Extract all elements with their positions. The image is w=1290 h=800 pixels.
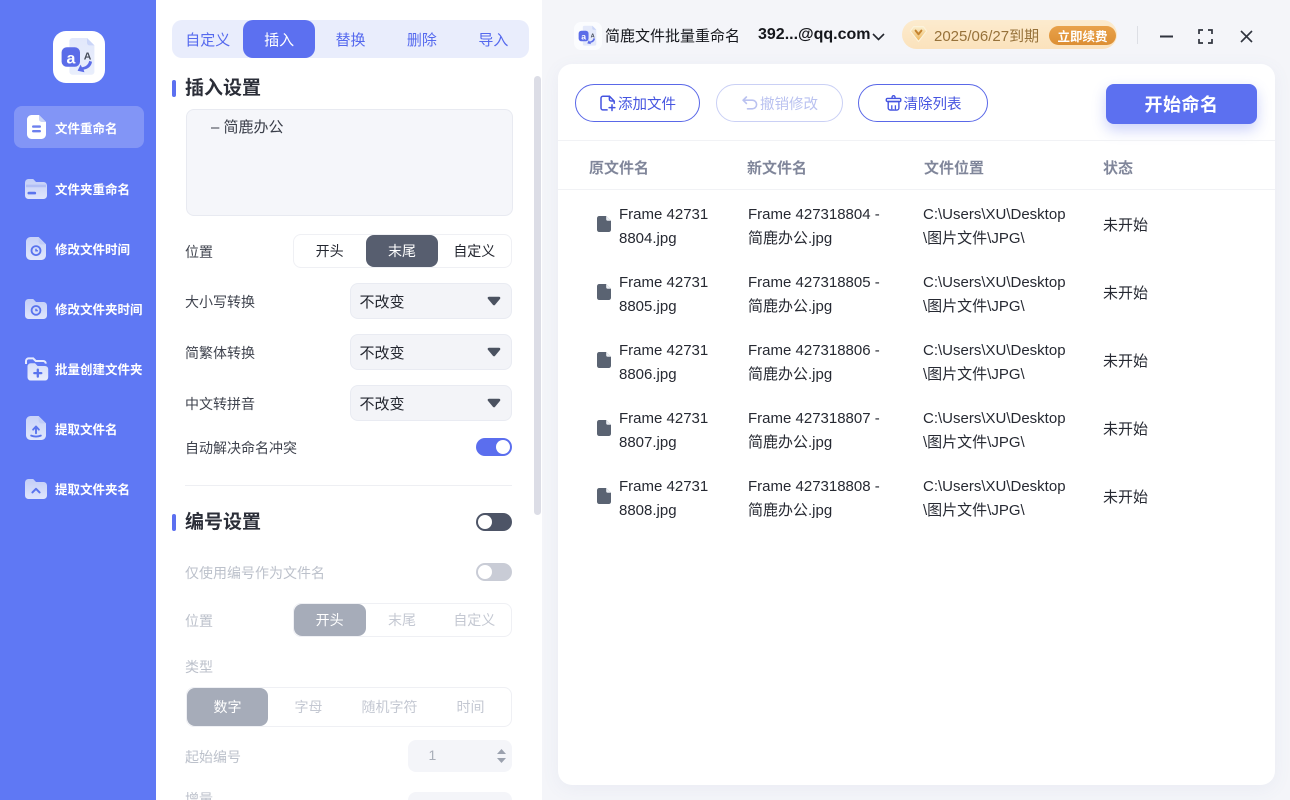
svg-text:a: a [66, 50, 75, 67]
svg-text:A: A [84, 51, 92, 63]
svg-text:a: a [581, 31, 586, 41]
